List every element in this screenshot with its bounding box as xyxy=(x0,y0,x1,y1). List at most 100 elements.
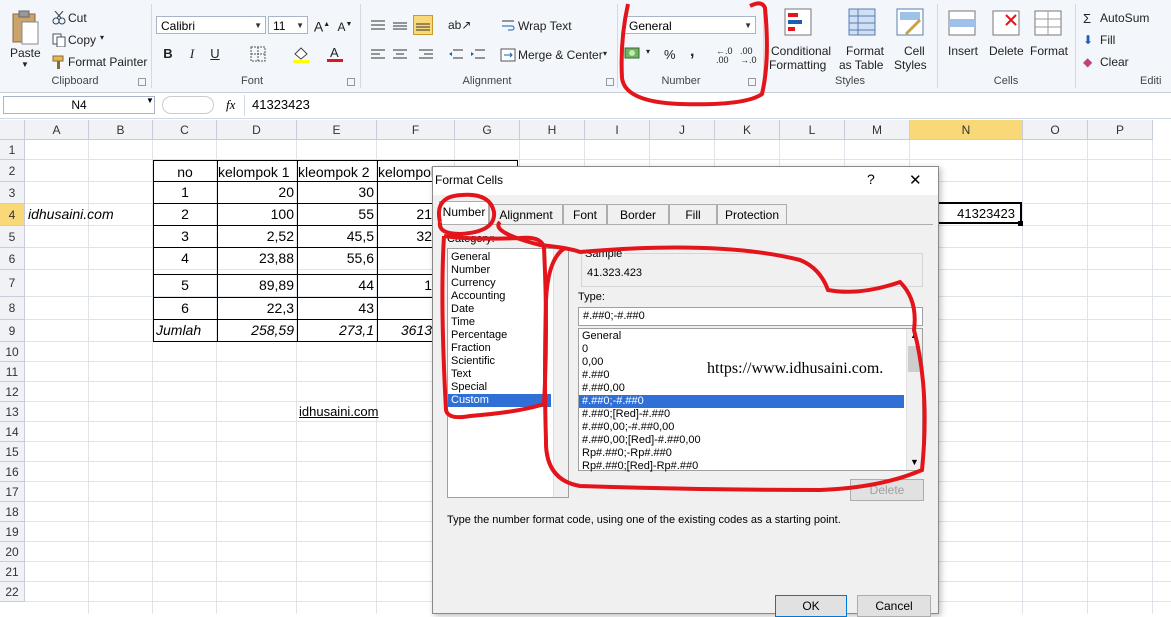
conditional-formatting-button[interactable]: Conditional Formatting xyxy=(766,4,836,72)
select-all-corner[interactable] xyxy=(0,120,25,140)
align-bottom-button[interactable] xyxy=(413,15,433,35)
percent-style-button[interactable]: % xyxy=(664,47,676,62)
row-header-5[interactable]: 5 xyxy=(0,226,25,248)
row-header-2[interactable]: 2 xyxy=(0,160,25,182)
number-launcher-icon[interactable] xyxy=(748,78,756,86)
column-header-k[interactable]: K xyxy=(715,120,780,140)
autosum-button[interactable]: AutoSum xyxy=(1100,11,1149,25)
merge-dropdown-icon[interactable]: ▾ xyxy=(603,49,607,58)
category-scrollbar[interactable] xyxy=(553,249,568,497)
column-header-l[interactable]: L xyxy=(780,120,845,140)
align-top-icon[interactable] xyxy=(370,19,386,33)
delete-format-button[interactable]: Delete xyxy=(850,479,924,501)
number-format-combo[interactable]: General ▼ xyxy=(624,16,756,34)
category-item[interactable]: Currency xyxy=(448,277,551,290)
type-item[interactable]: Rp#.##0;-Rp#.##0 xyxy=(579,447,904,460)
orientation-icon[interactable]: ab↗ xyxy=(448,16,471,34)
cell-e13-link[interactable]: idhusaini.com xyxy=(299,402,419,422)
column-header-d[interactable]: D xyxy=(217,120,297,140)
merge-center-button[interactable]: Merge & Center xyxy=(518,48,603,62)
row-header-1[interactable]: 1 xyxy=(0,140,25,160)
type-item[interactable]: #.##0,00;[Red]-#.##0,00 xyxy=(579,434,904,447)
formula-bar-resize-handle[interactable] xyxy=(162,96,214,114)
name-box[interactable]: N4 xyxy=(3,96,155,114)
column-header-f[interactable]: F xyxy=(377,120,455,140)
cut-button[interactable]: Cut xyxy=(68,11,87,25)
type-input[interactable]: #.##0;-#.##0 xyxy=(578,307,923,326)
fill-handle[interactable] xyxy=(1018,221,1023,226)
wrap-text-button[interactable]: Wrap Text xyxy=(518,19,572,33)
tab-number[interactable]: Number xyxy=(439,201,489,225)
decrease-decimal-icon[interactable]: .00 →.0 xyxy=(740,47,757,65)
grow-font-icon[interactable]: A▲ xyxy=(312,16,332,35)
row-header-19[interactable]: 19 xyxy=(0,522,25,542)
row-header-9[interactable]: 9 xyxy=(0,320,25,342)
row-header-16[interactable]: 16 xyxy=(0,462,25,482)
bold-button[interactable]: B xyxy=(158,45,178,63)
align-center-icon[interactable] xyxy=(392,48,408,62)
type-item[interactable]: General xyxy=(579,330,904,343)
clear-button[interactable]: Clear xyxy=(1100,55,1129,69)
fill-color-icon[interactable] xyxy=(292,45,310,63)
decrease-indent-icon[interactable] xyxy=(448,48,464,62)
row-header-15[interactable]: 15 xyxy=(0,442,25,462)
column-header-p[interactable]: P xyxy=(1088,120,1153,140)
fill-button[interactable]: Fill xyxy=(1100,33,1115,47)
help-button[interactable]: ? xyxy=(867,171,875,187)
category-item[interactable]: Text xyxy=(448,368,551,381)
scroll-down-icon[interactable]: ▼ xyxy=(910,457,919,467)
font-launcher-icon[interactable] xyxy=(347,78,355,86)
row-header-22[interactable]: 22 xyxy=(0,582,25,602)
delete-cells-button[interactable]: Delete xyxy=(986,4,1028,72)
align-right-icon[interactable] xyxy=(418,48,434,62)
column-header-g[interactable]: G xyxy=(455,120,520,140)
tab-protection[interactable]: Protection xyxy=(717,204,787,224)
name-box-dropdown-icon[interactable]: ▼ xyxy=(146,96,154,105)
tab-border[interactable]: Border xyxy=(607,204,669,224)
row-header-18[interactable]: 18 xyxy=(0,502,25,522)
type-list[interactable]: General 0 0,00 #.##0 #.##0,00 #.##0;-#.##0 #.#… xyxy=(578,328,923,472)
insert-cells-button[interactable]: Insert xyxy=(942,4,984,72)
column-header-a[interactable]: A xyxy=(25,120,89,140)
italic-button[interactable]: I xyxy=(182,45,202,63)
type-item[interactable]: #.##0,00;-#.##0,00 xyxy=(579,421,904,434)
formula-input[interactable]: 41323423 xyxy=(252,97,310,112)
row-header-12[interactable]: 12 xyxy=(0,382,25,402)
paste-button[interactable]: Paste ▼ xyxy=(6,6,44,72)
align-left-icon[interactable] xyxy=(370,48,386,62)
category-item[interactable]: Fraction xyxy=(448,342,551,355)
increase-indent-icon[interactable] xyxy=(470,48,486,62)
row-header-6[interactable]: 6 xyxy=(0,248,25,270)
font-size-combo[interactable]: 11 ▼ xyxy=(268,16,308,34)
category-item[interactable]: Time xyxy=(448,316,551,329)
accounting-dropdown-icon[interactable]: ▾ xyxy=(646,47,650,56)
category-item[interactable]: Number xyxy=(448,264,551,277)
row-header-8[interactable]: 8 xyxy=(0,297,25,320)
copy-dropdown-icon[interactable]: ▾ xyxy=(100,33,104,42)
accounting-format-icon[interactable] xyxy=(624,46,644,62)
clipboard-launcher-icon[interactable] xyxy=(138,78,146,86)
format-as-table-button[interactable]: Format as Table xyxy=(838,4,890,72)
row-header-21[interactable]: 21 xyxy=(0,562,25,582)
column-header-h[interactable]: H xyxy=(520,120,585,140)
type-item[interactable]: 0 xyxy=(579,343,904,356)
row-header-7[interactable]: 7 xyxy=(0,270,25,297)
font-color-icon[interactable]: A xyxy=(326,45,344,63)
increase-decimal-icon[interactable]: ←.0.00 xyxy=(716,47,733,65)
format-painter-button[interactable]: Format Painter xyxy=(68,55,147,69)
row-header-4[interactable]: 4 xyxy=(0,204,25,226)
row-header-3[interactable]: 3 xyxy=(0,182,25,204)
row-header-20[interactable]: 20 xyxy=(0,542,25,562)
type-item[interactable]: #.##0;[Red]-#.##0 xyxy=(579,408,904,421)
insert-function-icon[interactable]: fx xyxy=(226,97,235,113)
column-header-o[interactable]: O xyxy=(1023,120,1088,140)
type-item[interactable]: #.##0;-#.##0 xyxy=(579,395,904,408)
column-header-j[interactable]: J xyxy=(650,120,715,140)
cell-styles-button[interactable]: Cell Styles xyxy=(892,4,934,72)
category-item[interactable]: Special xyxy=(448,381,551,394)
format-cells-button[interactable]: Format xyxy=(1028,4,1070,72)
dialog-title-bar[interactable] xyxy=(433,167,938,195)
type-scrollbar[interactable]: ▲ ▼ xyxy=(906,329,922,470)
category-item[interactable]: Accounting xyxy=(448,290,551,303)
align-middle-icon[interactable] xyxy=(392,19,408,33)
